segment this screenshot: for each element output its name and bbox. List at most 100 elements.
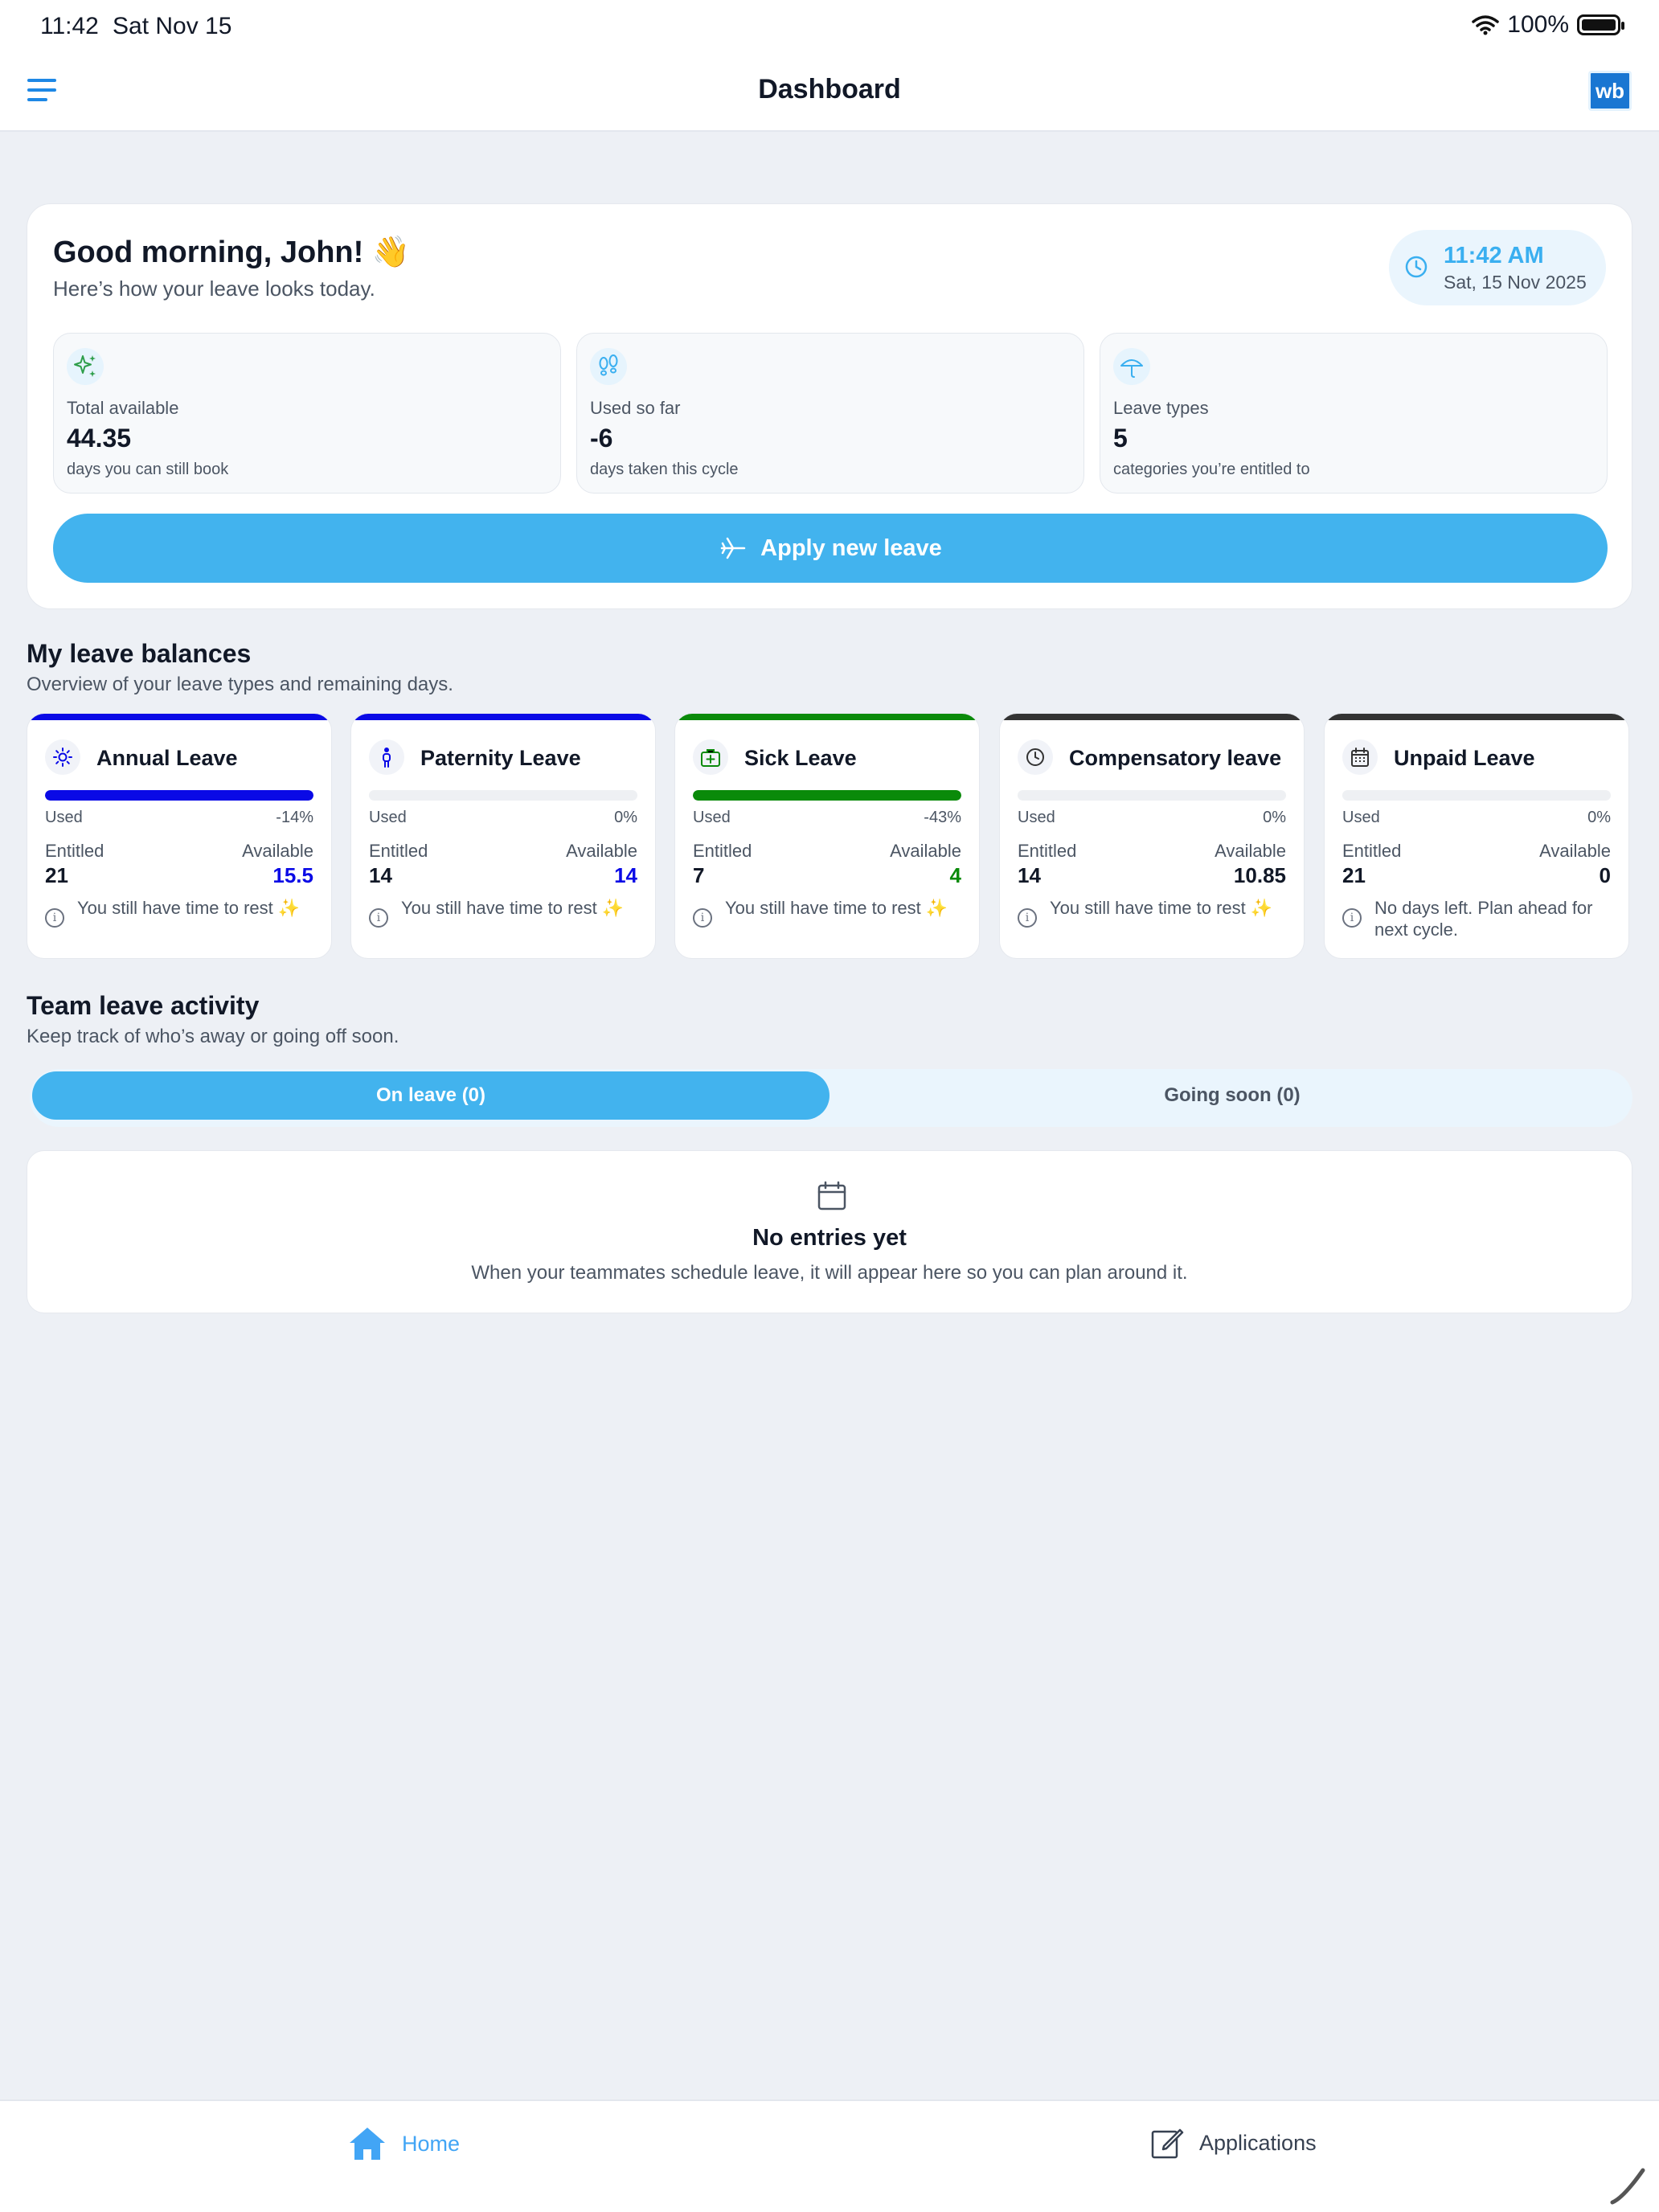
- balances-title: My leave balances: [27, 639, 252, 668]
- usage-progress-bar: [693, 790, 961, 801]
- stat-value: 44.35: [67, 424, 132, 453]
- company-logo[interactable]: wb: [1588, 71, 1632, 111]
- status-time: 11:42: [40, 13, 99, 39]
- entitled-label: Entitled: [693, 841, 752, 861]
- umbrella-icon: [1113, 348, 1150, 385]
- clock-icon: [1018, 739, 1053, 775]
- entitled-value: 14: [369, 863, 392, 887]
- nav-applications[interactable]: Applications: [1149, 2125, 1317, 2161]
- usage-progress-bar: [45, 790, 313, 801]
- leave-name: Paternity Leave: [420, 746, 581, 770]
- welcome-card: Good morning, John! 👋 Here’s how your le…: [27, 203, 1632, 609]
- entitled-value: 21: [45, 863, 68, 887]
- card-accent-bar: [675, 714, 979, 720]
- used-label: Used: [1342, 809, 1380, 826]
- team-title: Team leave activity: [27, 991, 260, 1020]
- footprints-icon: [590, 348, 627, 385]
- battery-percent: 100%: [1507, 11, 1569, 38]
- tab-on-leave[interactable]: On leave (0): [32, 1071, 830, 1120]
- leave-name: Unpaid Leave: [1394, 746, 1535, 770]
- empty-state: No entries yet When your teammates sched…: [27, 1150, 1632, 1313]
- team-subtitle: Keep track of who’s away or going off so…: [27, 1026, 399, 1047]
- battery-icon: [1577, 14, 1624, 35]
- leave-card[interactable]: Unpaid Leave Used 0% Entitled 21 Available 0 i N…: [1324, 713, 1629, 959]
- calendar-icon: [1342, 739, 1378, 775]
- nav-home-label: Home: [402, 2131, 461, 2156]
- card-accent-bar: [1000, 714, 1304, 720]
- greeting-title: Good morning, John! 👋: [53, 236, 411, 269]
- available-label: Available: [242, 841, 313, 861]
- card-message: You still have time to rest ✨: [401, 898, 625, 918]
- available-value: 15.5: [272, 863, 313, 887]
- medical-kit-icon: [693, 739, 728, 775]
- card-accent-bar: [27, 714, 331, 720]
- status-bar: 11:42 Sat Nov 15 100%: [0, 0, 1659, 51]
- used-percent: 0%: [1587, 809, 1611, 826]
- available-value: 0: [1599, 863, 1611, 887]
- stat-used-so-far: Used so far -6 days taken this cycle: [576, 333, 1084, 494]
- leave-card[interactable]: Annual Leave Used -14% Entitled 21 Available 1…: [27, 713, 332, 959]
- stat-label: Leave types: [1113, 398, 1209, 418]
- available-value: 10.85: [1233, 863, 1286, 887]
- empty-description: When your teammates schedule leave, it w…: [471, 1262, 1188, 1284]
- nav-home[interactable]: Home: [347, 2125, 460, 2162]
- leave-name: Sick Leave: [744, 746, 857, 770]
- info-icon: i: [1342, 908, 1362, 928]
- leave-card[interactable]: Compensatory leave Used 0% Entitled 14 Availa…: [999, 713, 1305, 959]
- available-label: Available: [890, 841, 961, 861]
- stat-hint: days you can still book: [67, 461, 229, 478]
- card-message: You still have time to rest ✨: [77, 898, 301, 918]
- airplane-icon: [720, 537, 746, 559]
- tab-going-soon[interactable]: Going soon (0): [834, 1071, 1631, 1120]
- page-title: Dashboard: [758, 74, 901, 104]
- entitled-value: 21: [1342, 863, 1366, 887]
- empty-title: No entries yet: [752, 1225, 907, 1251]
- info-icon: i: [369, 908, 388, 928]
- leave-card[interactable]: Sick Leave Used -43% Entitled 7 Available 4 i Yo…: [674, 713, 980, 959]
- sun-icon: [45, 739, 80, 775]
- card-message: No days left. Plan ahead for next cycle.: [1374, 898, 1593, 940]
- used-label: Used: [693, 809, 731, 826]
- status-date: Sat Nov 15: [113, 13, 232, 39]
- used-label: Used: [369, 809, 407, 826]
- available-label: Available: [566, 841, 637, 861]
- team-tabs: On leave (0) Going soon (0): [30, 1069, 1632, 1127]
- leave-card[interactable]: Paternity Leave Used 0% Entitled 14 Available…: [350, 713, 656, 959]
- greeting-subtitle: Here’s how your leave looks today.: [53, 276, 375, 301]
- leave-name: Annual Leave: [96, 746, 238, 770]
- wifi-icon: [1472, 15, 1500, 35]
- person-icon: [369, 739, 404, 775]
- clock-time: 11:42 AM: [1444, 243, 1544, 268]
- used-percent: -43%: [924, 809, 961, 826]
- available-value: 4: [949, 863, 961, 887]
- apply-new-leave-button[interactable]: Apply new leave: [53, 514, 1608, 583]
- status-right: 100%: [1472, 11, 1624, 39]
- entitled-label: Entitled: [1018, 841, 1077, 861]
- stat-hint: days taken this cycle: [590, 461, 739, 478]
- card-accent-bar: [351, 714, 655, 720]
- info-icon: i: [693, 908, 712, 928]
- scribble-icon: [1610, 2168, 1645, 2205]
- leave-name: Compensatory leave: [1069, 746, 1282, 770]
- clock-date: Sat, 15 Nov 2025: [1444, 272, 1587, 293]
- nav-applications-label: Applications: [1199, 2130, 1317, 2155]
- stat-value: -6: [590, 424, 613, 453]
- clock-pill: 11:42 AM Sat, 15 Nov 2025: [1389, 230, 1606, 305]
- used-label: Used: [1018, 809, 1055, 826]
- info-icon: i: [1018, 908, 1037, 928]
- stat-value: 5: [1113, 424, 1128, 453]
- entitled-value: 14: [1018, 863, 1041, 887]
- calendar-icon: [817, 1181, 846, 1210]
- card-message: You still have time to rest ✨: [725, 898, 948, 918]
- home-icon: [350, 2128, 385, 2160]
- available-label: Available: [1215, 841, 1286, 861]
- entitled-value: 7: [693, 863, 705, 887]
- sparkles-icon: [67, 348, 104, 385]
- entitled-label: Entitled: [1342, 841, 1402, 861]
- entitled-label: Entitled: [369, 841, 428, 861]
- edit-icon: [1151, 2128, 1184, 2159]
- app-header: Dashboard wb: [0, 51, 1659, 132]
- stat-total-available: Total available 44.35 days you can still…: [53, 333, 561, 494]
- stat-label: Used so far: [590, 398, 681, 418]
- stat-label: Total available: [67, 398, 179, 418]
